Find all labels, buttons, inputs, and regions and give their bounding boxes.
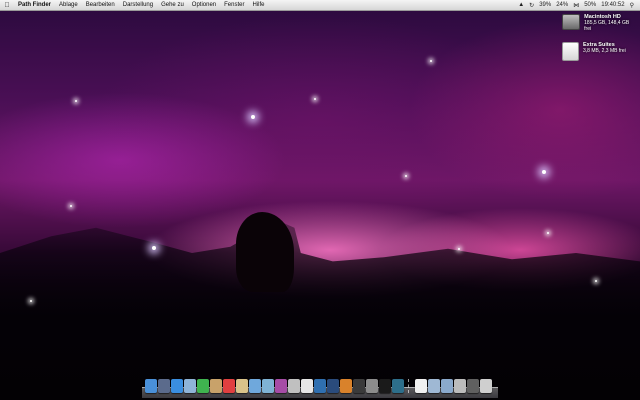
volume-extra-suites[interactable]: Extra Suites 3,8 MB, 2,3 MB frei: [562, 42, 632, 61]
menu-optionen[interactable]: Optionen: [188, 2, 220, 8]
star: [152, 246, 156, 250]
itunes-icon[interactable]: [249, 379, 261, 393]
wifi-icon[interactable]: ▲: [518, 2, 524, 8]
imovie-icon[interactable]: [275, 379, 287, 393]
iphoto-icon[interactable]: [262, 379, 274, 393]
ichat-icon[interactable]: [197, 379, 209, 393]
disk-image-icon[interactable]: [562, 42, 579, 61]
apple-logo-icon[interactable]: : [0, 2, 14, 9]
star: [75, 100, 77, 102]
dock-icons: [145, 379, 492, 393]
menu-ablage[interactable]: Ablage: [55, 2, 82, 8]
mail-icon[interactable]: [184, 379, 196, 393]
stack-icon[interactable]: [454, 379, 466, 393]
illustrator-icon[interactable]: [340, 379, 352, 393]
star: [30, 300, 32, 302]
dock-separator: [408, 379, 411, 393]
star: [595, 280, 597, 282]
volume-info: 185,5 GB, 148,4 GB frei: [584, 20, 630, 32]
menu-bearbeiten[interactable]: Bearbeiten: [82, 2, 119, 8]
safari-icon[interactable]: [171, 379, 183, 393]
time-machine-icon[interactable]: [392, 379, 404, 393]
garageband-icon[interactable]: [288, 379, 300, 393]
menu-darstellung[interactable]: Darstellung: [119, 2, 157, 8]
star: [430, 60, 432, 62]
menu-bar:  Path Finder Ablage Bearbeiten Darstell…: [0, 0, 640, 11]
textedit-icon[interactable]: [301, 379, 313, 393]
trash-icon[interactable]: [480, 379, 492, 393]
photoshop-icon[interactable]: [327, 379, 339, 393]
volume-info: 3,8 MB, 2,3 MB frei: [583, 48, 626, 54]
hard-drive-icon[interactable]: [562, 14, 581, 30]
star: [405, 175, 407, 177]
temperature-meter[interactable]: 24%: [556, 2, 568, 8]
terminal-icon[interactable]: [379, 379, 391, 393]
menu-fenster[interactable]: Fenster: [220, 2, 248, 8]
star: [542, 170, 546, 174]
star: [70, 205, 72, 207]
downloads-folder-icon[interactable]: [441, 379, 453, 393]
spotlight-icon[interactable]: ⚲: [630, 2, 634, 9]
activity-monitor-icon[interactable]: [353, 379, 365, 393]
address-book-icon[interactable]: [210, 379, 222, 393]
dashboard-icon[interactable]: [158, 379, 170, 393]
menu-app-name[interactable]: Path Finder: [14, 2, 55, 8]
preview-icon[interactable]: [236, 379, 248, 393]
star: [458, 248, 460, 250]
ical-icon[interactable]: [223, 379, 235, 393]
star: [314, 98, 316, 100]
finder-icon[interactable]: [145, 379, 157, 393]
menu-gehe-zu[interactable]: Gehe zu: [157, 2, 188, 8]
network-icon[interactable]: [314, 379, 326, 393]
horsehead-nebula: [236, 212, 294, 292]
star: [547, 232, 549, 234]
bluetooth-icon[interactable]: ⋈: [573, 2, 579, 9]
battery-meter[interactable]: 50%: [584, 2, 596, 8]
applications-folder-icon[interactable]: [428, 379, 440, 393]
star: [251, 115, 255, 119]
image-stack-icon[interactable]: [467, 379, 479, 393]
dock: [142, 379, 498, 398]
cpu-meter[interactable]: 39%: [539, 2, 551, 8]
volume-macintosh-hd[interactable]: Macintosh HD 185,5 GB, 148,4 GB frei: [562, 14, 632, 32]
document-icon[interactable]: [415, 379, 427, 393]
clock[interactable]: 19:40:52: [601, 2, 624, 8]
menu-hilfe[interactable]: Hilfe: [248, 2, 268, 8]
system-preferences-icon[interactable]: [366, 379, 378, 393]
sync-icon[interactable]: ↻: [529, 2, 534, 9]
